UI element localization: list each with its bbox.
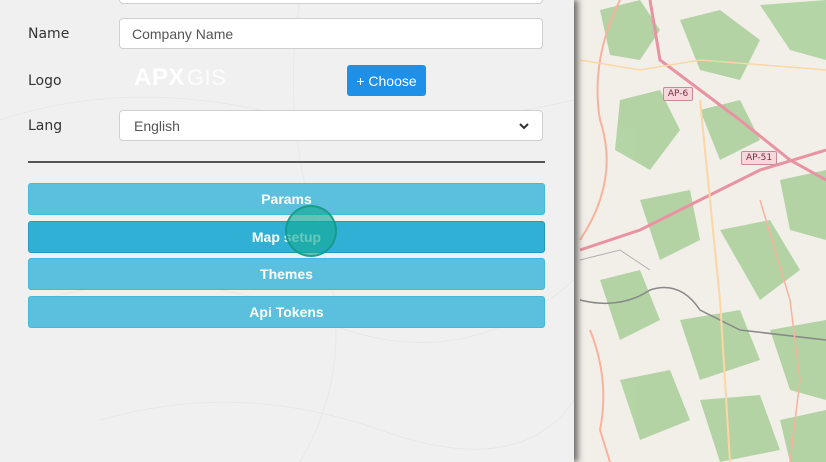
previous-field[interactable] [119, 0, 543, 4]
name-label: Name [28, 26, 70, 42]
logo-label: Logo [28, 73, 62, 89]
params-button[interactable]: Params [28, 183, 545, 215]
lang-selected-value: English [134, 117, 180, 134]
api-tokens-button[interactable]: Api Tokens [28, 296, 545, 328]
settings-panel: Name Company Name Logo APX GIS + Choose L… [0, 0, 574, 462]
chevron-down-icon [519, 122, 529, 129]
company-name-placeholder: Company Name [132, 25, 234, 42]
choose-logo-button[interactable]: + Choose [347, 65, 426, 96]
logo-text-suffix: GIS [186, 65, 227, 90]
logo-text-main: APX [134, 64, 185, 91]
road-shield-ap51: AP-51 [741, 151, 777, 165]
lang-label: Lang [28, 118, 63, 134]
lang-select[interactable]: English [119, 110, 543, 141]
themes-button[interactable]: Themes [28, 258, 545, 290]
section-divider [28, 161, 545, 163]
company-logo: APX GIS [134, 64, 226, 92]
company-name-input[interactable]: Company Name [119, 18, 543, 49]
click-indicator [285, 205, 337, 257]
road-shield-ap6: AP-6 [663, 87, 693, 101]
